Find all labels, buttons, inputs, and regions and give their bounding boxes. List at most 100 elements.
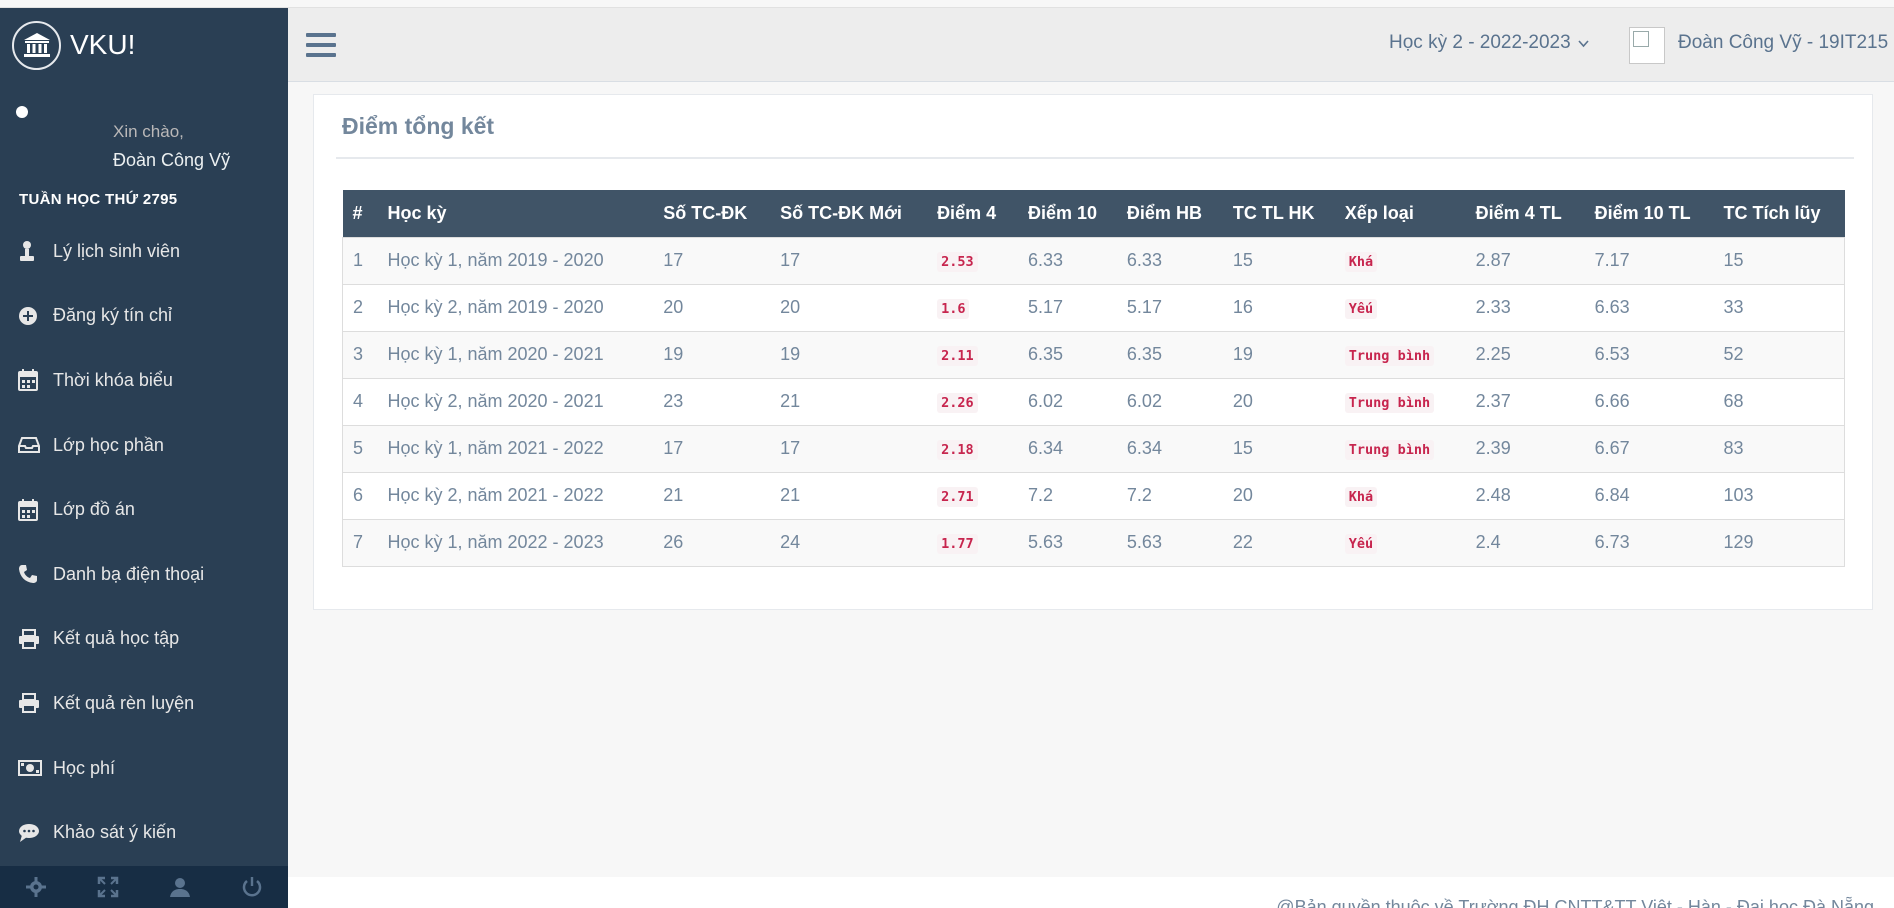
table-cell: Trung bình: [1334, 377, 1466, 425]
column-header[interactable]: Số TC-ĐK: [653, 190, 770, 237]
menu-item-study-results[interactable]: Kết quả học tập: [0, 607, 288, 672]
menu-item-survey[interactable]: Khảo sát ý kiến: [0, 800, 288, 865]
table-cell: 19: [1222, 330, 1335, 378]
table-cell: 5.17: [1017, 283, 1117, 331]
table-cell: 2.37: [1465, 377, 1585, 425]
column-header[interactable]: Xếp loại: [1335, 190, 1466, 237]
rank-badge: Trung bình: [1344, 393, 1435, 413]
table-cell: 5.63: [1116, 518, 1223, 567]
grades-table: # Học kỳ Số TC-ĐK Số TC-ĐK Mới Điểm 4 Điểm 10…: [342, 190, 1845, 567]
copyright-text: @Bản quyền thuộc về Trường ĐH CNTT&TT Vi…: [1276, 897, 1874, 908]
table-cell: 7: [342, 518, 378, 567]
table-cell: 2.11: [927, 330, 1018, 378]
menu-item-conduct-results[interactable]: Kết quả rèn luyện: [0, 671, 288, 736]
column-header[interactable]: Số TC-ĐK Mới: [770, 190, 927, 237]
menu-item-credit-registration[interactable]: Đăng ký tín chỉ: [0, 284, 288, 349]
university-icon: [12, 20, 61, 70]
print-icon: [18, 626, 44, 652]
table-cell: 3: [342, 330, 378, 378]
avatar[interactable]: [1629, 27, 1665, 64]
side-menu: Lý lịch sinh viên Đăng ký tín chỉ Thời k…: [0, 219, 288, 865]
user-menu[interactable]: Đoàn Công Vỹ - 19IT215: [1678, 32, 1888, 54]
column-header[interactable]: Học kỳ: [377, 190, 653, 237]
table-row: 5 Học kỳ 1, năm 2021 - 2022 17 17 2.18 6.34 6.…: [342, 424, 1845, 472]
table-row: 6 Học kỳ 2, năm 2021 - 2022 21 21 2.71 7.2 7.2…: [342, 471, 1845, 519]
summary-panel: Điểm tổng kết # Học kỳ Số TC-ĐK Số TC-ĐK Mớ…: [313, 94, 1873, 610]
table-cell: Học kỳ 1, năm 2022 - 2023: [377, 518, 654, 567]
gpa4-badge: 2.26: [937, 393, 978, 413]
menu-item-student-profile[interactable]: Lý lịch sinh viên: [0, 219, 288, 284]
calendar-icon: [18, 497, 44, 523]
column-header[interactable]: Điểm HB: [1117, 190, 1223, 237]
column-header[interactable]: TC Tích lũy: [1714, 190, 1845, 237]
table-cell: Trung bình: [1334, 424, 1466, 472]
menu-item-phone-directory[interactable]: Danh bạ điện thoại: [0, 542, 288, 607]
column-header[interactable]: TC TL HK: [1223, 190, 1335, 237]
gpa4-badge: 2.11: [937, 346, 978, 366]
gpa4-badge: 2.18: [937, 440, 978, 460]
column-header[interactable]: Điểm 4 TL: [1466, 190, 1585, 237]
table-cell: 24: [770, 518, 928, 567]
menu-toggle-button[interactable]: [306, 30, 336, 60]
table-cell: 6.84: [1584, 471, 1714, 519]
logout-button[interactable]: [216, 866, 288, 908]
table-cell: 2.18: [927, 424, 1018, 472]
menu-item-label: Thời khóa biểu: [53, 369, 173, 390]
divider: [336, 157, 1854, 159]
top-border: [0, 0, 1894, 8]
table-cell: 20: [653, 283, 771, 331]
menu-item-label: Đăng ký tín chỉ: [53, 305, 173, 326]
settings-button[interactable]: [0, 866, 72, 908]
table-cell: 23: [653, 377, 771, 425]
table-cell: 5.17: [1116, 283, 1223, 331]
calendar-icon: [18, 367, 44, 393]
gpa4-badge: 1.6: [937, 299, 970, 319]
table-cell: 15: [1222, 236, 1335, 284]
rank-badge: Yếu: [1344, 534, 1378, 554]
table-cell: Khá: [1334, 236, 1466, 284]
table-cell: 52: [1713, 330, 1845, 378]
profile-name: Đoàn Công Vỹ: [113, 150, 231, 170]
menu-item-label: Danh bạ điện thoại: [53, 563, 205, 584]
rank-badge: Khá: [1344, 487, 1378, 507]
menu-item-label: Lý lịch sinh viên: [53, 240, 181, 261]
chevron-down-icon: [1578, 40, 1589, 48]
phone-icon: [18, 561, 44, 587]
table-cell: 6.53: [1584, 330, 1714, 378]
gpa4-badge: 2.53: [937, 252, 978, 272]
menu-section-title: TUẦN HỌC THỨ 2795: [19, 191, 178, 208]
column-header[interactable]: Điểm 10 TL: [1585, 190, 1714, 237]
table-cell: 33: [1713, 283, 1845, 331]
rank-badge: Trung bình: [1344, 440, 1435, 460]
table-cell: Học kỳ 1, năm 2020 - 2021: [377, 330, 654, 378]
table-cell: 19: [770, 330, 928, 378]
brand-name: VKU!: [70, 29, 136, 60]
table-row: 2 Học kỳ 2, năm 2019 - 2020 20 20 1.6 5.17 5.1…: [342, 283, 1845, 331]
menu-item-project-classes[interactable]: Lớp đồ án: [0, 477, 288, 542]
menu-item-timetable[interactable]: Thời khóa biểu: [0, 348, 288, 413]
brand[interactable]: VKU!: [0, 8, 288, 82]
table-row: 4 Học kỳ 2, năm 2020 - 2021 23 21 2.26 6.02 6.…: [342, 377, 1845, 425]
menu-item-tuition[interactable]: Học phí: [0, 736, 288, 801]
table-cell: Trung bình: [1334, 330, 1466, 378]
menu-item-class-sections[interactable]: Lớp học phần: [0, 413, 288, 478]
rank-badge: Khá: [1344, 252, 1378, 272]
profile-pic: [16, 106, 28, 118]
table-cell: 21: [653, 471, 771, 519]
gpa4-badge: 2.71: [937, 487, 978, 507]
column-header[interactable]: Điểm 4: [927, 190, 1018, 237]
table-cell: 6.63: [1584, 283, 1714, 331]
table-cell: 15: [1713, 236, 1845, 284]
table-cell: 2.26: [927, 377, 1018, 425]
table-cell: 17: [770, 236, 928, 284]
table-cell: 21: [770, 471, 928, 519]
table-cell: 6.67: [1584, 424, 1714, 472]
table-cell: 2.87: [1465, 236, 1585, 284]
profile-button[interactable]: [144, 866, 216, 908]
fullscreen-button[interactable]: [72, 866, 144, 908]
broken-image-icon: [1633, 31, 1649, 47]
semester-dropdown[interactable]: Học kỳ 2 - 2022-2023: [1389, 32, 1589, 54]
column-header[interactable]: Điểm 10: [1018, 190, 1117, 237]
money-icon: [18, 755, 44, 781]
column-header[interactable]: #: [343, 190, 378, 237]
